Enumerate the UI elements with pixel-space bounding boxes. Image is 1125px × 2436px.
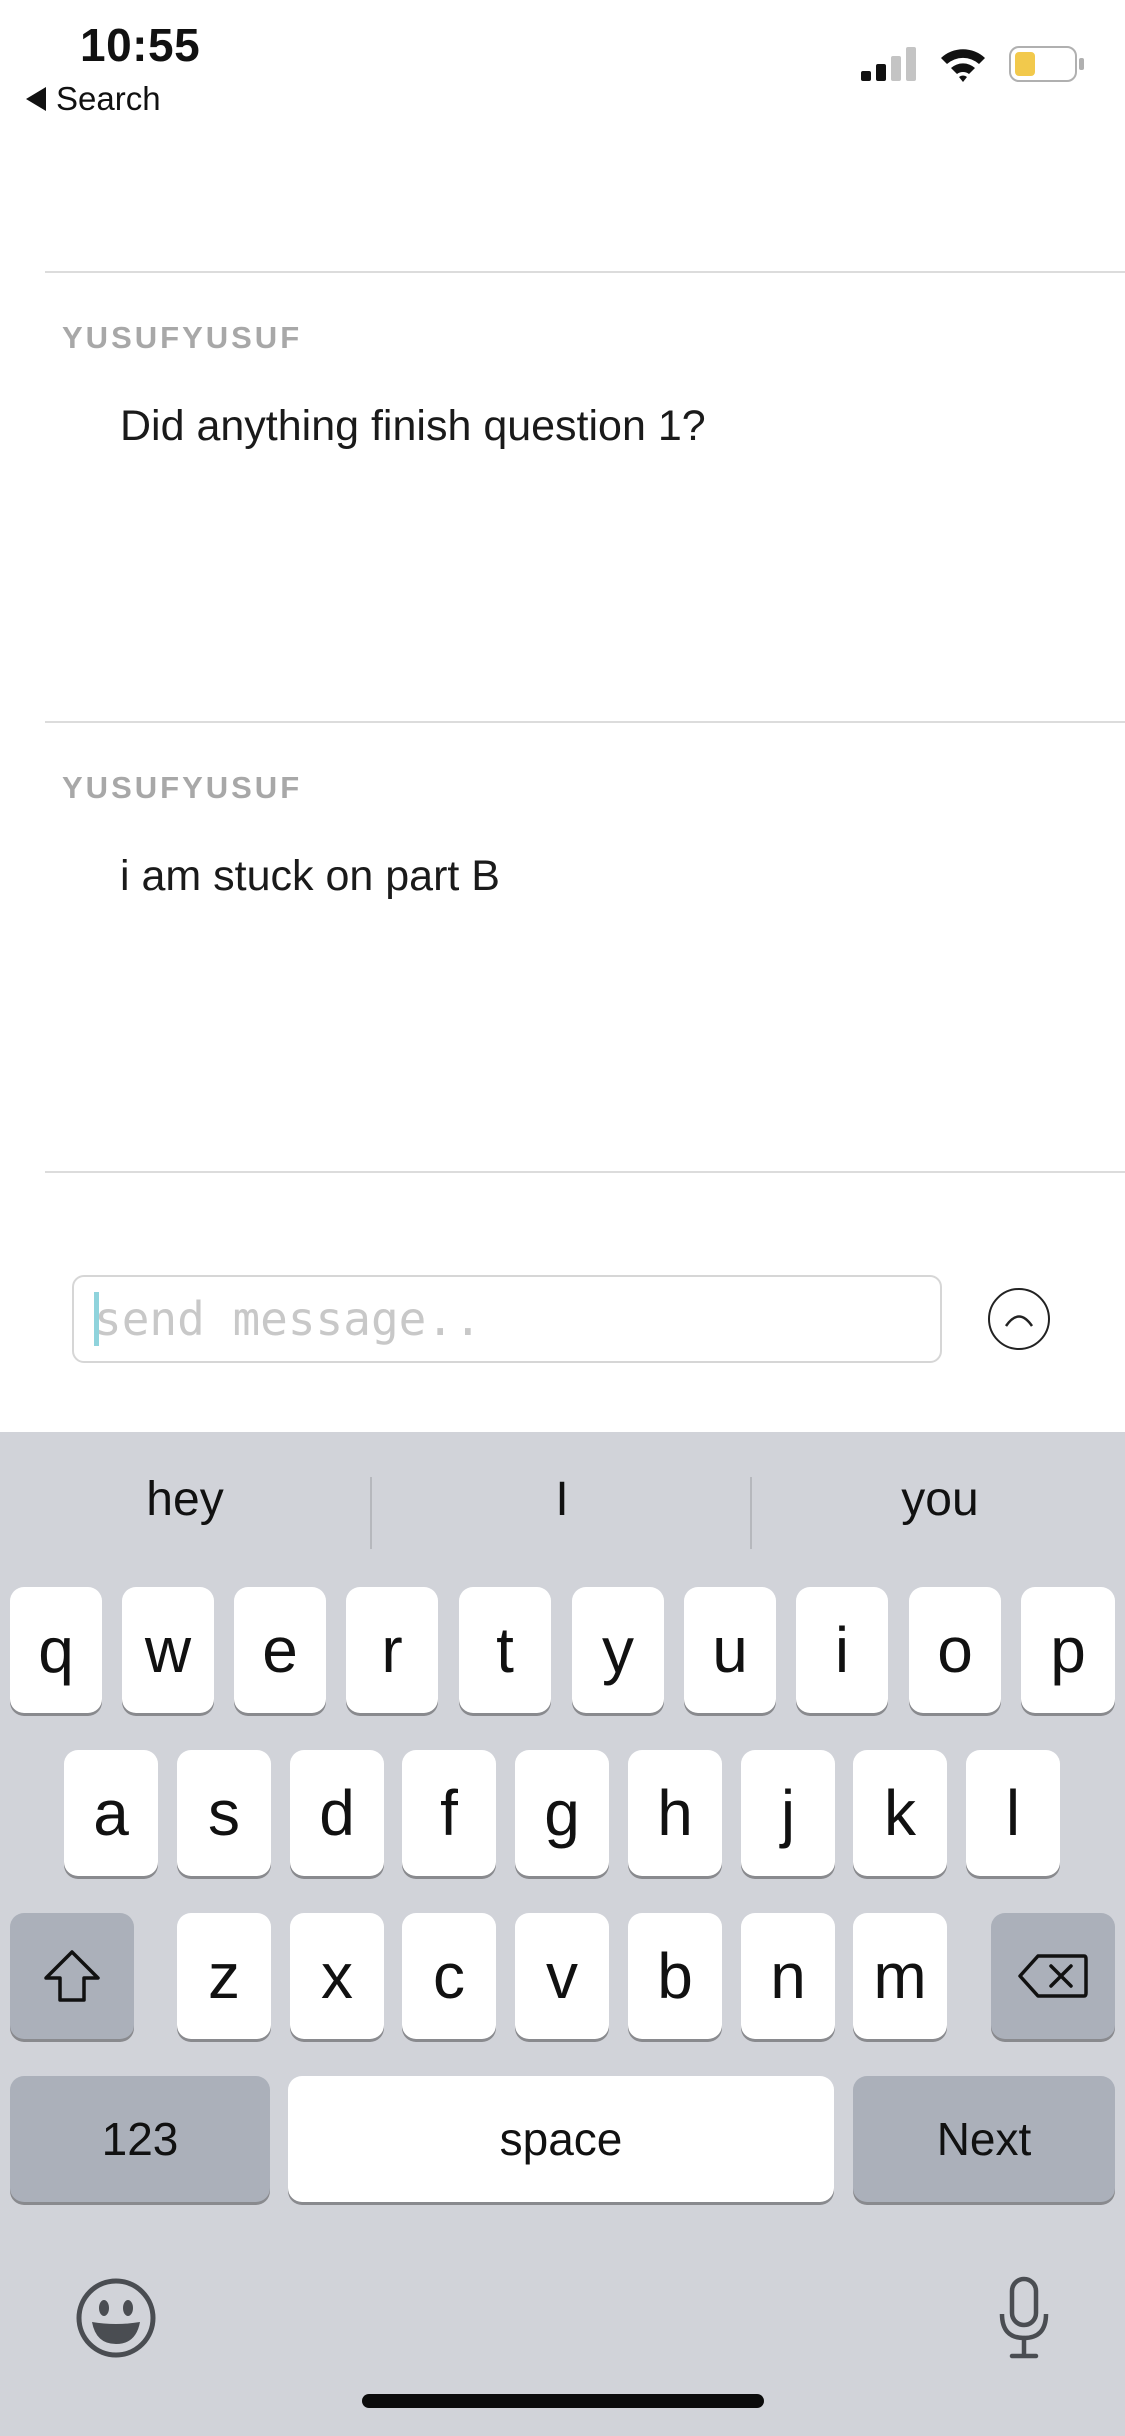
delete-key[interactable]: [991, 1913, 1115, 2039]
key-r[interactable]: r: [346, 1587, 438, 1713]
next-key[interactable]: Next: [853, 2076, 1115, 2202]
status-time: 10:55: [80, 19, 201, 71]
predictive-bar: hey I you: [0, 1432, 1125, 1582]
key-g[interactable]: g: [515, 1750, 609, 1876]
back-label: Search: [56, 80, 161, 117]
post-author: YUSUFYUSUF: [62, 770, 303, 805]
dictation-button[interactable]: [996, 2276, 1052, 2360]
home-indicator[interactable]: [362, 2394, 764, 2408]
numbers-key[interactable]: 123: [10, 2076, 270, 2202]
key-x[interactable]: x: [290, 1913, 384, 2039]
key-y[interactable]: y: [572, 1587, 664, 1713]
key-i[interactable]: i: [796, 1587, 888, 1713]
key-u[interactable]: u: [684, 1587, 776, 1713]
emoji-button[interactable]: [74, 2276, 158, 2360]
key-m[interactable]: m: [853, 1913, 947, 2039]
shift-icon: [44, 1950, 100, 2002]
microphone-icon: [999, 2276, 1049, 2359]
backspace-icon: [1018, 1954, 1088, 1998]
post-message: i am stuck on part B: [120, 852, 500, 900]
key-s[interactable]: s: [177, 1750, 271, 1876]
space-key[interactable]: space: [288, 2076, 834, 2202]
key-o[interactable]: o: [909, 1587, 1001, 1713]
shift-key[interactable]: [10, 1913, 134, 2039]
status-bar: 10:55 Search: [0, 0, 1125, 130]
cellular-signal-icon: [861, 47, 916, 81]
post-message: Did anything finish question 1?: [120, 402, 706, 450]
key-q[interactable]: q: [10, 1587, 102, 1713]
list-item: YUSUFYUSUF i am stuck on part B: [0, 722, 1125, 1172]
suggestion-i[interactable]: I: [377, 1472, 747, 1527]
post-author: YUSUFYUSUF: [62, 320, 303, 355]
key-z[interactable]: z: [177, 1913, 271, 2039]
battery-icon: [1009, 46, 1084, 82]
key-d[interactable]: d: [290, 1750, 384, 1876]
wifi-icon: [941, 49, 985, 82]
key-w[interactable]: w: [122, 1587, 214, 1713]
suggestion-hey[interactable]: hey: [0, 1472, 370, 1527]
message-input[interactable]: [72, 1275, 942, 1363]
key-t[interactable]: t: [459, 1587, 551, 1713]
status-icons: [861, 46, 1085, 82]
suggestion-divider: [750, 1477, 752, 1549]
key-l[interactable]: l: [966, 1750, 1060, 1876]
emoji-icon: [76, 2278, 156, 2358]
send-button[interactable]: [988, 1288, 1050, 1350]
feed-divider: [45, 1171, 1125, 1173]
back-arrow-icon: [26, 87, 46, 111]
key-j[interactable]: j: [741, 1750, 835, 1876]
chevron-up-icon: [1004, 1315, 1034, 1327]
key-c[interactable]: c: [402, 1913, 496, 2039]
key-a[interactable]: a: [64, 1750, 158, 1876]
text-caret: [94, 1292, 99, 1346]
key-b[interactable]: b: [628, 1913, 722, 2039]
key-v[interactable]: v: [515, 1913, 609, 2039]
clipped-header-fragment: [180, 0, 400, 17]
list-item: YUSUFYUSUF Did anything finish question …: [0, 272, 1125, 722]
suggestion-divider: [370, 1477, 372, 1549]
suggestion-you[interactable]: you: [755, 1472, 1125, 1527]
keyboard: hey I you q w e r t y u i o p a s d f g …: [0, 1432, 1125, 2436]
key-n[interactable]: n: [741, 1913, 835, 2039]
key-f[interactable]: f: [402, 1750, 496, 1876]
key-e[interactable]: e: [234, 1587, 326, 1713]
key-p[interactable]: p: [1021, 1587, 1115, 1713]
key-h[interactable]: h: [628, 1750, 722, 1876]
key-k[interactable]: k: [853, 1750, 947, 1876]
back-to-search-button[interactable]: Search: [26, 80, 161, 118]
